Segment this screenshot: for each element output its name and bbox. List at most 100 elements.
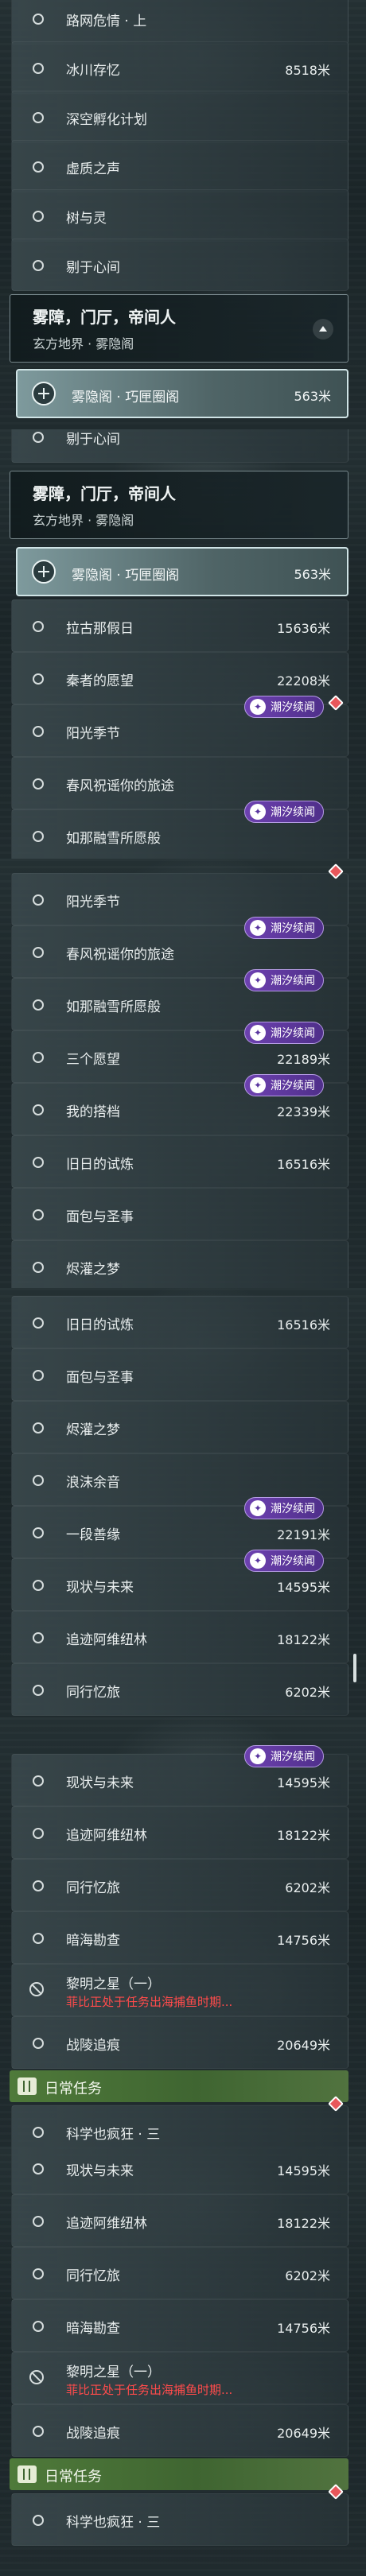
quest-name: 一段善缘 bbox=[66, 1527, 120, 1543]
daily-quests-icon bbox=[18, 2077, 37, 2095]
tidal-event-label: 潮汐续闻 bbox=[271, 806, 315, 819]
selected-quest[interactable]: 雾隐阁 · 巧匣圈阁 563米 bbox=[16, 369, 348, 418]
quest-row[interactable]: 剔于心间 bbox=[11, 429, 348, 463]
quest-group-header[interactable]: 雾障，门厅，帝间人 玄方地界 · 雾隐阁 bbox=[10, 471, 348, 539]
quest-row[interactable]: 深空孵化计划 bbox=[11, 91, 348, 143]
quest-list-frame-1: 路网危情 · 上 冰川存忆 8518米 深空孵化计划 虚质之声 树与灵 剔于心间… bbox=[0, 0, 366, 429]
tidal-event-tag: ✦ 潮汐续闻 bbox=[244, 801, 324, 823]
quest-ring-icon bbox=[33, 112, 44, 123]
daily-quests-header[interactable]: 日常任务 bbox=[10, 2458, 348, 2490]
quest-row[interactable]: 树与灵 bbox=[11, 189, 348, 242]
quest-distance: 6202米 bbox=[285, 1880, 330, 1895]
quest-ring-icon bbox=[33, 2515, 44, 2526]
scrollbar-thumb[interactable] bbox=[353, 1654, 356, 1682]
quest-name: 追迹阿维纽林 bbox=[66, 1632, 147, 1648]
quest-row[interactable]: 烬灌之梦 bbox=[11, 1240, 348, 1288]
quest-list-frame-5: ✦ 潮汐续闻 现状与未来 14595米 追迹阿维纽林 18122米 同行忆旅 62… bbox=[0, 1717, 366, 2147]
quest-ring-icon bbox=[33, 1933, 44, 1944]
quest-row[interactable]: ✦ 潮汐续闻 现状与未来 14595米 bbox=[11, 1550, 348, 1611]
quest-row[interactable]: 旧日的试炼 16516米 bbox=[11, 1135, 348, 1188]
quest-row[interactable]: ✦ 潮汐续闻 如那融雪所愿般 bbox=[11, 801, 348, 859]
quest-name: 烬灌之梦 bbox=[66, 1262, 120, 1278]
tidal-event-label: 潮汐续闻 bbox=[271, 1027, 315, 1040]
quest-distance: 20649米 bbox=[277, 2038, 330, 2053]
quest-row[interactable]: 剔于心间 bbox=[11, 239, 348, 291]
quest-row[interactable]: ✦ 潮汐续闻 阳光季节 bbox=[11, 695, 348, 757]
tidal-event-label: 潮汐续闻 bbox=[271, 701, 315, 714]
locked-icon bbox=[29, 1982, 44, 1996]
quest-row-locked[interactable]: 黎明之星（一） 菲比正处于任务出海捕鱼时期... bbox=[11, 1964, 348, 2016]
quest-row[interactable]: 冰川存忆 8518米 bbox=[11, 41, 348, 94]
tidal-event-label: 潮汐续闻 bbox=[271, 1555, 315, 1568]
quest-row[interactable]: 同行忆旅 6202米 bbox=[11, 1859, 348, 1911]
quest-ring-icon bbox=[33, 621, 44, 632]
quest-row[interactable]: 战陵追痕 20649米 bbox=[11, 2016, 348, 2069]
collapse-arrow-icon[interactable] bbox=[313, 319, 333, 339]
quest-row[interactable]: ✦ 潮汐续闻 现状与未来 14595米 bbox=[11, 1745, 348, 1806]
quest-row[interactable]: 同行忆旅 6202米 bbox=[11, 2247, 348, 2299]
quest-name: 拉古那假日 bbox=[66, 621, 134, 637]
quest-row[interactable]: 拉古那假日 15636米 bbox=[11, 599, 348, 652]
selected-quest[interactable]: 雾隐阁 · 巧匣圈阁 563米 bbox=[16, 547, 348, 596]
quest-ring-icon bbox=[33, 63, 44, 74]
tidal-event-tag: ✦ 潮汐续闻 bbox=[244, 1074, 324, 1096]
group-title: 雾障，门厅，帝间人 bbox=[33, 484, 176, 503]
quest-name: 冰川存忆 bbox=[66, 63, 120, 79]
group-location: 玄方地界 · 雾隐阁 bbox=[33, 513, 134, 528]
quest-row[interactable]: 同行忆旅 6202米 bbox=[11, 1663, 348, 1716]
quest-distance: 22191米 bbox=[277, 1527, 330, 1542]
quest-row[interactable]: 追迹阿维纽林 18122米 bbox=[11, 2194, 348, 2247]
quest-row[interactable]: 科学也疯狂 · 三 bbox=[11, 2096, 348, 2147]
quest-name: 科学也疯狂 · 三 bbox=[66, 2515, 161, 2531]
quest-ring-icon bbox=[33, 999, 44, 1011]
quest-name: 旧日的试炼 bbox=[66, 1317, 134, 1333]
quest-distance: 14595米 bbox=[277, 1775, 330, 1790]
quest-row[interactable]: 追迹阿维纽林 18122米 bbox=[11, 1806, 348, 1859]
quest-row[interactable]: 旧日的试炼 16516米 bbox=[11, 1296, 348, 1348]
group-title: 雾障，门厅，帝间人 bbox=[33, 308, 176, 327]
daily-quests-header[interactable]: 日常任务 bbox=[10, 2070, 348, 2102]
quest-ring-icon bbox=[33, 778, 44, 789]
quest-ring-icon bbox=[33, 1052, 44, 1063]
quest-distance: 14756米 bbox=[277, 1933, 330, 1948]
tidal-event-tag: ✦ 潮汐续闻 bbox=[244, 1497, 324, 1519]
quest-row[interactable]: 暗海勘查 14756米 bbox=[11, 1911, 348, 1964]
tidal-event-label: 潮汐续闻 bbox=[271, 1080, 315, 1092]
quest-row[interactable]: 虚质之声 bbox=[11, 140, 348, 192]
quest-ring-icon bbox=[33, 726, 44, 737]
quest-distance: 6202米 bbox=[285, 2268, 330, 2283]
quest-distance: 22339米 bbox=[277, 1104, 330, 1119]
quest-row[interactable]: 面包与圣事 bbox=[11, 1348, 348, 1401]
quest-group-header[interactable]: 雾障，门厅，帝间人 玄方地界 · 雾隐阁 bbox=[10, 294, 348, 363]
quest-distance: 18122米 bbox=[277, 1632, 330, 1647]
quest-distance: 18122米 bbox=[277, 1828, 330, 1843]
quest-distance: 22208米 bbox=[277, 673, 330, 689]
quest-row[interactable]: 烬灌之梦 bbox=[11, 1401, 348, 1453]
tidal-event-tag: ✦ 潮汐续闻 bbox=[244, 1745, 324, 1767]
quest-row[interactable]: 科学也疯狂 · 三 bbox=[11, 2484, 348, 2546]
quest-ring-icon bbox=[33, 673, 44, 685]
quest-ring-icon bbox=[33, 894, 44, 906]
track-plus-icon bbox=[32, 560, 56, 584]
selected-quest-name: 雾隐阁 · 巧匣圈阁 bbox=[72, 568, 180, 584]
quest-ring-icon bbox=[33, 1262, 44, 1273]
quest-list-frame-4: 旧日的试炼 16516米 面包与圣事 烬灌之梦 浪沫余音 ✦ 潮汐续闻 一段善缘 … bbox=[0, 1288, 366, 1717]
quest-lock-reason: 菲比正处于任务出海捕鱼时期... bbox=[66, 1995, 233, 2009]
quest-ring-icon bbox=[33, 1527, 44, 1538]
quest-row[interactable]: ✦ 潮汐续闻 我的搭档 22339米 bbox=[11, 1074, 348, 1135]
quest-row[interactable]: 面包与圣事 bbox=[11, 1188, 348, 1240]
quest-row[interactable]: 暗海勘查 14756米 bbox=[11, 2299, 348, 2352]
quest-row[interactable]: 追迹阿维纽林 18122米 bbox=[11, 1611, 348, 1663]
quest-name: 同行忆旅 bbox=[66, 2268, 120, 2284]
quest-row[interactable]: 路网危情 · 上 bbox=[11, 0, 348, 45]
quest-name: 战陵追痕 bbox=[66, 2038, 120, 2054]
quest-ring-icon bbox=[33, 831, 44, 842]
quest-row[interactable]: 战陵追痕 20649米 bbox=[11, 2404, 348, 2457]
quest-ring-icon bbox=[33, 1475, 44, 1486]
selected-quest-distance: 563米 bbox=[294, 567, 331, 582]
quest-name: 面包与圣事 bbox=[66, 1370, 134, 1386]
quest-row[interactable]: 现状与未来 14595米 bbox=[11, 2147, 348, 2194]
tidal-event-label: 潮汐续闻 bbox=[271, 975, 315, 987]
tidal-event-tag: ✦ 潮汐续闻 bbox=[244, 696, 324, 718]
quest-row-locked[interactable]: 黎明之星（一） 菲比正处于任务出海捕鱼时期... bbox=[11, 2352, 348, 2404]
